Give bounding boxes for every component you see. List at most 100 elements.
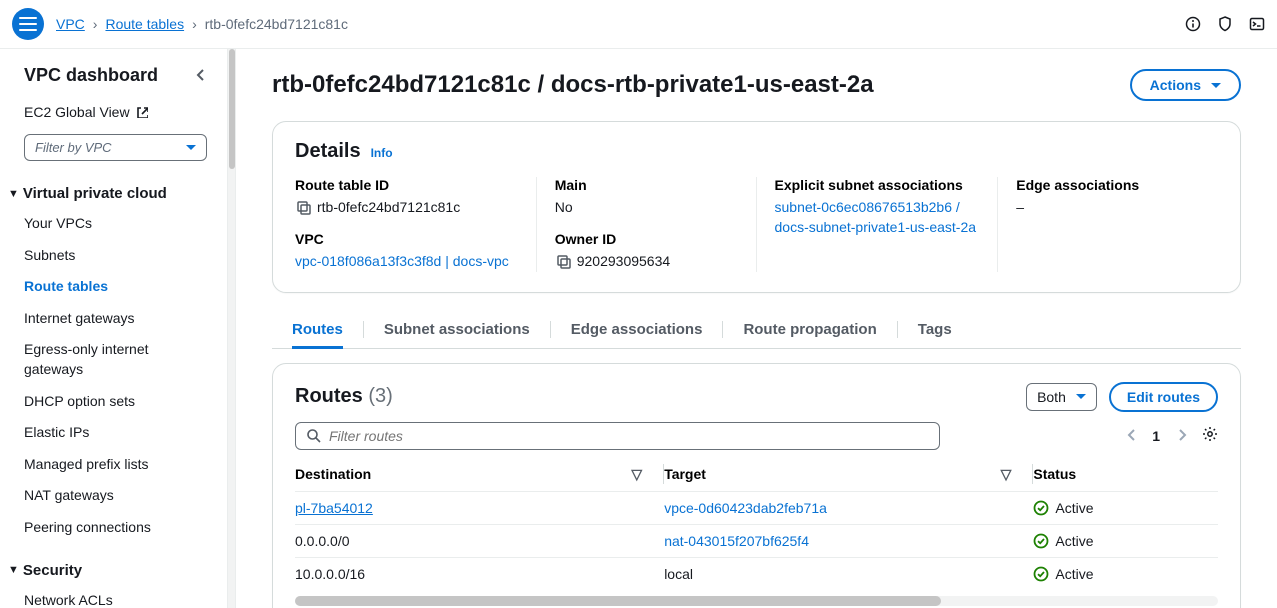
page-title: rtb-0fefc24bd7121c81c / docs-rtb-private… [272, 71, 874, 99]
col-destination[interactable]: Destination▽ [295, 458, 664, 492]
edge-assoc-label: Edge associations [1016, 177, 1200, 193]
route-target-link[interactable]: vpce-0d60423dab2feb71a [664, 500, 827, 516]
sidebar-item-egress-only-igw[interactable]: Egress-only internet gateways [0, 334, 227, 385]
col-target[interactable]: Target▽ [664, 458, 1033, 492]
route-destination: 10.0.0.0/16 [295, 557, 664, 590]
sidebar-item-elastic-ips[interactable]: Elastic IPs [0, 417, 227, 449]
status-badge: Active [1033, 566, 1208, 582]
chevron-down-icon [1076, 394, 1086, 399]
search-icon [306, 428, 321, 443]
table-row: pl-7ba54012 vpce-0d60423dab2feb71a Active [295, 491, 1218, 524]
breadcrumb-vpc[interactable]: VPC [56, 16, 85, 32]
route-target: local [664, 557, 1033, 590]
tab-subnet-associations[interactable]: Subnet associations [384, 311, 530, 348]
horizontal-scrollbar[interactable] [295, 596, 1218, 606]
breadcrumb-sep: › [93, 16, 98, 32]
pager-prev[interactable] [1124, 427, 1138, 444]
edge-assoc-value: – [1016, 197, 1024, 217]
sidebar-ec2-global-label: EC2 Global View [24, 104, 130, 120]
route-target-link[interactable]: nat-043015f207bf625f4 [664, 533, 809, 549]
sort-icon: ▽ [1001, 466, 1012, 483]
hamburger-icon [19, 17, 37, 31]
route-destination: 0.0.0.0/0 [295, 524, 664, 557]
sidebar-item-dhcp-option-sets[interactable]: DHCP option sets [0, 386, 227, 418]
chevron-down-icon [186, 145, 196, 150]
sidebar-item-peering-connections[interactable]: Peering connections [0, 512, 227, 544]
tab-edge-associations[interactable]: Edge associations [571, 311, 703, 348]
nav-section-vpc[interactable]: ▼ Virtual private cloud [0, 179, 227, 208]
routes-filter-both-select[interactable]: Both [1026, 383, 1097, 411]
sidebar-ec2-global-view[interactable]: EC2 Global View [0, 98, 227, 126]
actions-dropdown[interactable]: Actions [1130, 69, 1241, 101]
sidebar-collapse-button[interactable] [193, 67, 207, 84]
vpc-label: VPC [295, 231, 518, 247]
hamburger-menu[interactable] [12, 8, 44, 40]
table-row: 0.0.0.0/0nat-043015f207bf625f4 Active [295, 524, 1218, 557]
sidebar-title: VPC dashboard [24, 65, 158, 86]
status-text: Active [1055, 566, 1093, 582]
info-icon[interactable] [1185, 16, 1201, 32]
sidebar-item-subnets[interactable]: Subnets [0, 240, 227, 272]
shield-icon[interactable] [1217, 16, 1233, 32]
routes-count: (3) [368, 385, 392, 407]
pager-next[interactable] [1174, 427, 1188, 444]
table-settings-button[interactable] [1202, 426, 1218, 445]
main-value: No [555, 197, 573, 217]
breadcrumb: VPC › Route tables › rtb-0fefc24bd7121c8… [56, 16, 348, 32]
check-circle-icon [1033, 533, 1049, 549]
sidebar-item-internet-gateways[interactable]: Internet gateways [0, 303, 227, 335]
topbar: VPC › Route tables › rtb-0fefc24bd7121c8… [0, 0, 1277, 49]
edit-routes-button[interactable]: Edit routes [1109, 382, 1218, 412]
filter-routes-input[interactable] [329, 428, 929, 444]
sidebar-item-managed-prefix-lists[interactable]: Managed prefix lists [0, 449, 227, 481]
nav-section-security[interactable]: ▼ Security [0, 556, 227, 585]
filter-routes-input-wrap[interactable] [295, 422, 940, 450]
details-info-link[interactable]: Info [371, 146, 393, 160]
chevron-down-icon [1211, 83, 1221, 88]
subnet-assoc-label: Explicit subnet associations [775, 177, 980, 193]
filter-by-vpc-placeholder: Filter by VPC [35, 140, 112, 155]
tab-route-propagation[interactable]: Route propagation [743, 311, 876, 348]
status-text: Active [1055, 533, 1093, 549]
main-label: Main [555, 177, 738, 193]
route-table-id-value: rtb-0fefc24bd7121c81c [317, 197, 460, 217]
copy-icon[interactable] [555, 253, 571, 269]
route-destination-link[interactable]: pl-7ba54012 [295, 500, 373, 516]
sort-icon: ▽ [631, 466, 642, 483]
breadcrumb-sep: › [192, 16, 197, 32]
status-badge: Active [1033, 533, 1208, 549]
tabs: Routes Subnet associations Edge associat… [272, 311, 1241, 349]
status-text: Active [1055, 500, 1093, 516]
subnet-assoc-link[interactable]: subnet-0c6ec08676513b2b6 / docs-subnet-p… [775, 197, 980, 238]
details-panel: Details Info Route table ID rtb-0fefc24b… [272, 121, 1241, 293]
sidebar-item-route-tables[interactable]: Route tables [0, 271, 227, 303]
nav-section-vpc-label: Virtual private cloud [23, 185, 167, 202]
breadcrumb-route-tables[interactable]: Route tables [105, 16, 184, 32]
nav-section-security-label: Security [23, 562, 82, 579]
breadcrumb-current: rtb-0fefc24bd7121c81c [205, 16, 348, 32]
owner-id-value: 920293095634 [577, 251, 670, 271]
actions-label: Actions [1150, 77, 1201, 93]
check-circle-icon [1033, 500, 1049, 516]
owner-id-label: Owner ID [555, 231, 738, 247]
table-row: 10.0.0.0/16local Active [295, 557, 1218, 590]
routes-filter-both-label: Both [1037, 389, 1066, 405]
route-table-id-label: Route table ID [295, 177, 518, 193]
main-content: rtb-0fefc24bd7121c81c / docs-rtb-private… [236, 49, 1277, 608]
tab-tags[interactable]: Tags [918, 311, 952, 348]
filter-by-vpc-select[interactable]: Filter by VPC [24, 134, 207, 161]
sidebar-item-network-acls[interactable]: Network ACLs [0, 585, 227, 608]
sidebar: VPC dashboard EC2 Global View Filter by … [0, 49, 228, 608]
cloudshell-icon[interactable] [1249, 16, 1265, 32]
routes-table: Destination▽ Target▽ Status pl-7ba54012 v… [295, 458, 1218, 590]
details-title: Details [295, 140, 361, 163]
routes-panel: Routes (3) Both Edit routes [272, 363, 1241, 608]
vpc-link[interactable]: vpc-018f086a13f3c3f8d | docs-vpc [295, 251, 509, 271]
sidebar-scrollbar[interactable] [228, 49, 236, 608]
gear-icon [1202, 426, 1218, 442]
copy-icon[interactable] [295, 199, 311, 215]
tab-routes[interactable]: Routes [292, 311, 343, 348]
col-status[interactable]: Status [1033, 458, 1218, 492]
sidebar-item-nat-gateways[interactable]: NAT gateways [0, 480, 227, 512]
sidebar-item-your-vpcs[interactable]: Your VPCs [0, 208, 227, 240]
